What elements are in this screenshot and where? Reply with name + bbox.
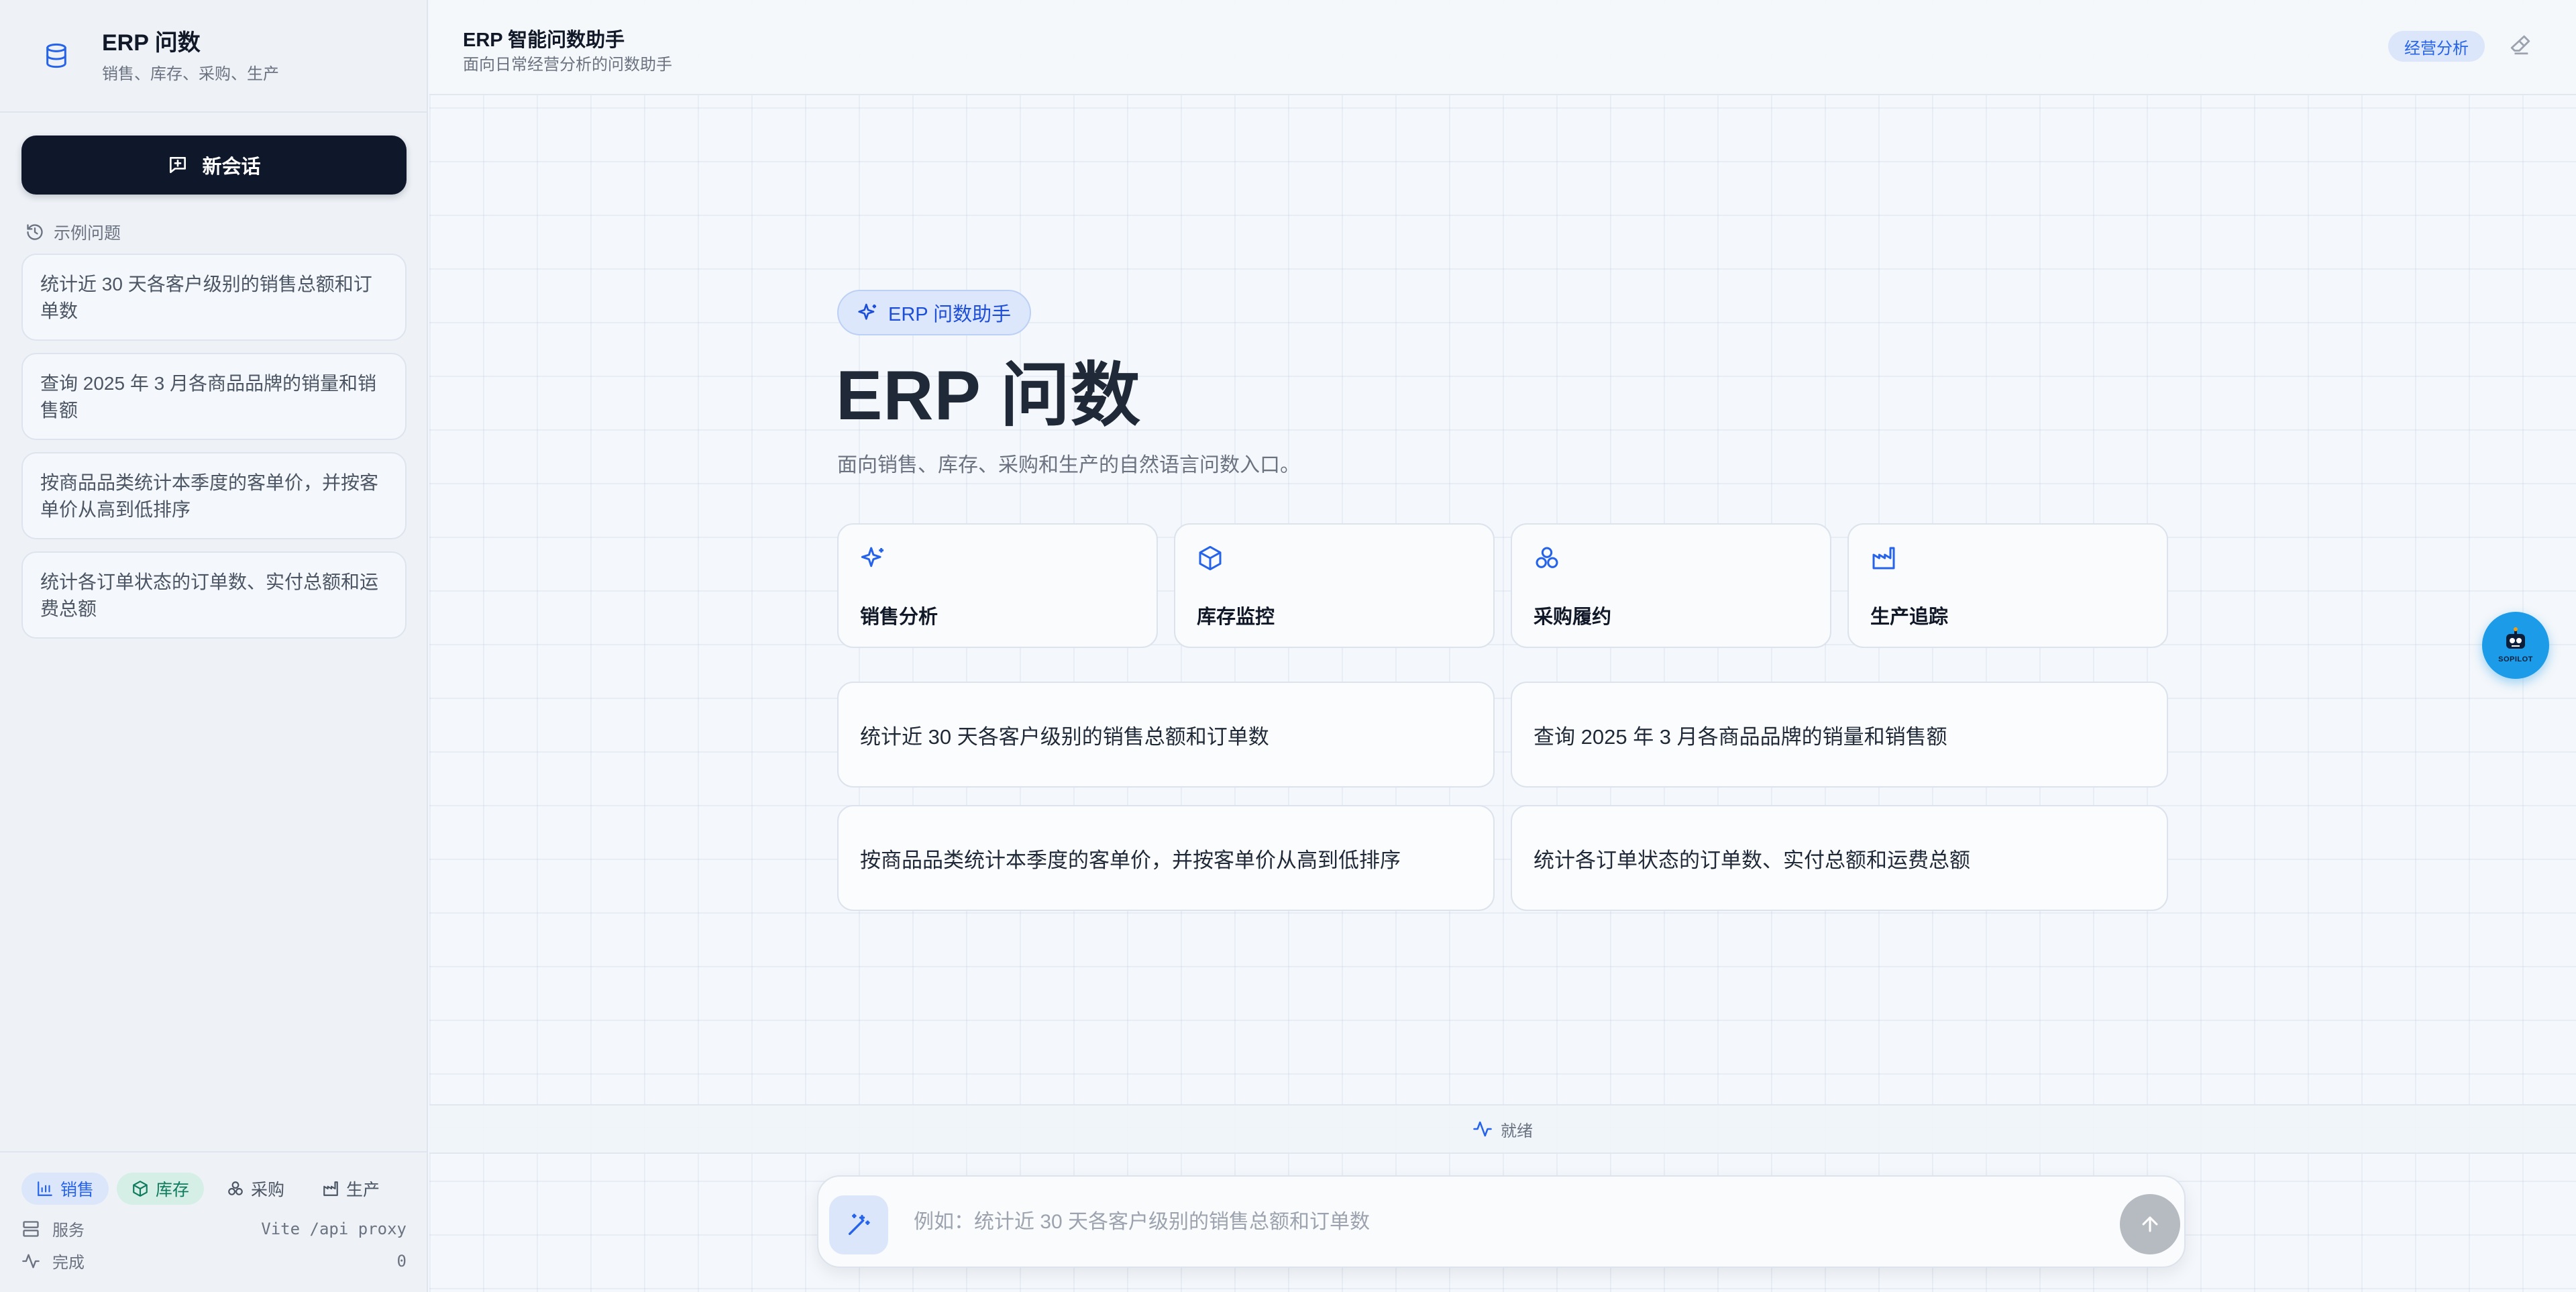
assistant-badge: ERP 问数助手 — [837, 290, 1032, 335]
boxes-icon — [1534, 545, 1560, 572]
example-item[interactable]: 按商品品类统计本季度的客单价，并按客单价从高到低排序 — [21, 452, 407, 539]
copilot-label: SOPILOT — [2498, 655, 2533, 663]
magic-wand-button[interactable] — [829, 1195, 888, 1254]
sidebar-header: ERP 问数 销售、库存、采购、生产 — [0, 0, 427, 113]
page-subtitle: 面向日常经营分析的问数助手 — [463, 56, 672, 74]
package-icon — [131, 1180, 149, 1197]
new-chat-button[interactable]: 新会话 — [21, 136, 407, 195]
domain-chips: 销售 库存 采购 生产 — [21, 1173, 402, 1205]
status-bar: 就绪 — [429, 1104, 2576, 1154]
service-value: Vite /api proxy — [261, 1219, 407, 1238]
bar-chart-icon — [36, 1180, 54, 1197]
server-icon — [21, 1220, 40, 1238]
copilot-button[interactable]: SOPILOT — [2482, 612, 2549, 679]
magic-wand-icon — [845, 1212, 872, 1238]
done-count: 0 — [396, 1251, 407, 1271]
question-card[interactable]: 统计各订单状态的订单数、实付总额和运费总额 — [1511, 805, 2168, 911]
message-plus-icon — [167, 154, 189, 176]
history-icon — [25, 223, 44, 241]
robot-icon — [2501, 627, 2530, 654]
send-button[interactable] — [2120, 1194, 2180, 1254]
activity-icon — [1472, 1119, 1493, 1139]
chip-inventory[interactable]: 库存 — [117, 1173, 205, 1205]
sidebar-footer: 销售 库存 采购 生产 服务 Vite /api proxy 完成 0 — [0, 1151, 428, 1292]
hero-subtitle: 面向销售、库存、采购和生产的自然语言问数入口。 — [837, 454, 1300, 476]
activity-icon — [21, 1252, 40, 1271]
database-icon — [30, 29, 83, 83]
example-item[interactable]: 统计各订单状态的订单数、实付总额和运费总额 — [21, 551, 407, 639]
composer — [817, 1175, 2186, 1268]
category-card-sales[interactable]: 销售分析 — [837, 523, 1158, 648]
top-bar: ERP 智能问数助手 面向日常经营分析的问数助手 经营分析 — [429, 0, 2576, 95]
page-title: ERP 智能问数助手 — [463, 30, 625, 51]
chip-procurement[interactable]: 采购 — [212, 1173, 299, 1205]
question-card[interactable]: 统计近 30 天各客户级别的销售总额和订单数 — [837, 682, 1495, 788]
sidebar: ERP 问数 销售、库存、采购、生产 新会话 示例问题 统计近 30 天各客户级… — [0, 0, 428, 1292]
package-icon — [1197, 545, 1224, 572]
chip-production[interactable]: 生产 — [307, 1173, 394, 1205]
category-card-procurement[interactable]: 采购履约 — [1511, 523, 1831, 648]
done-row: 完成 0 — [21, 1249, 407, 1273]
mode-badge[interactable]: 经营分析 — [2388, 31, 2485, 62]
question-input[interactable] — [914, 1201, 2108, 1244]
question-card[interactable]: 查询 2025 年 3 月各商品品牌的销量和销售额 — [1511, 682, 2168, 788]
question-card[interactable]: 按商品品类统计本季度的客单价，并按客单价从高到低排序 — [837, 805, 1495, 911]
main-area: ERP 智能问数助手 面向日常经营分析的问数助手 经营分析 ERP 问数助手 E… — [429, 0, 2576, 1292]
factory-icon — [1870, 545, 1897, 572]
app-title: ERP 问数 — [102, 30, 201, 56]
new-chat-label: 新会话 — [202, 156, 261, 178]
example-item[interactable]: 查询 2025 年 3 月各商品品牌的销量和销售额 — [21, 353, 407, 440]
eraser-icon[interactable] — [2509, 34, 2532, 56]
arrow-up-icon — [2139, 1213, 2161, 1236]
category-card-inventory[interactable]: 库存监控 — [1174, 523, 1495, 648]
status-text: 就绪 — [1501, 1122, 1533, 1140]
category-card-production[interactable]: 生产追踪 — [1847, 523, 2168, 648]
chip-sales[interactable]: 销售 — [21, 1173, 109, 1205]
factory-icon — [322, 1180, 339, 1197]
example-item[interactable]: 统计近 30 天各客户级别的销售总额和订单数 — [21, 254, 407, 341]
examples-heading: 示例问题 — [25, 220, 121, 244]
boxes-icon — [227, 1180, 244, 1197]
service-row: 服务 Vite /api proxy — [21, 1217, 407, 1240]
sparkles-icon — [857, 302, 879, 323]
hero-title: ERP 问数 — [836, 357, 1141, 435]
sparkles-icon — [860, 545, 887, 572]
app-subtitle: 销售、库存、采购、生产 — [102, 64, 279, 83]
example-list: 统计近 30 天各客户级别的销售总额和订单数 查询 2025 年 3 月各商品品… — [21, 254, 407, 651]
